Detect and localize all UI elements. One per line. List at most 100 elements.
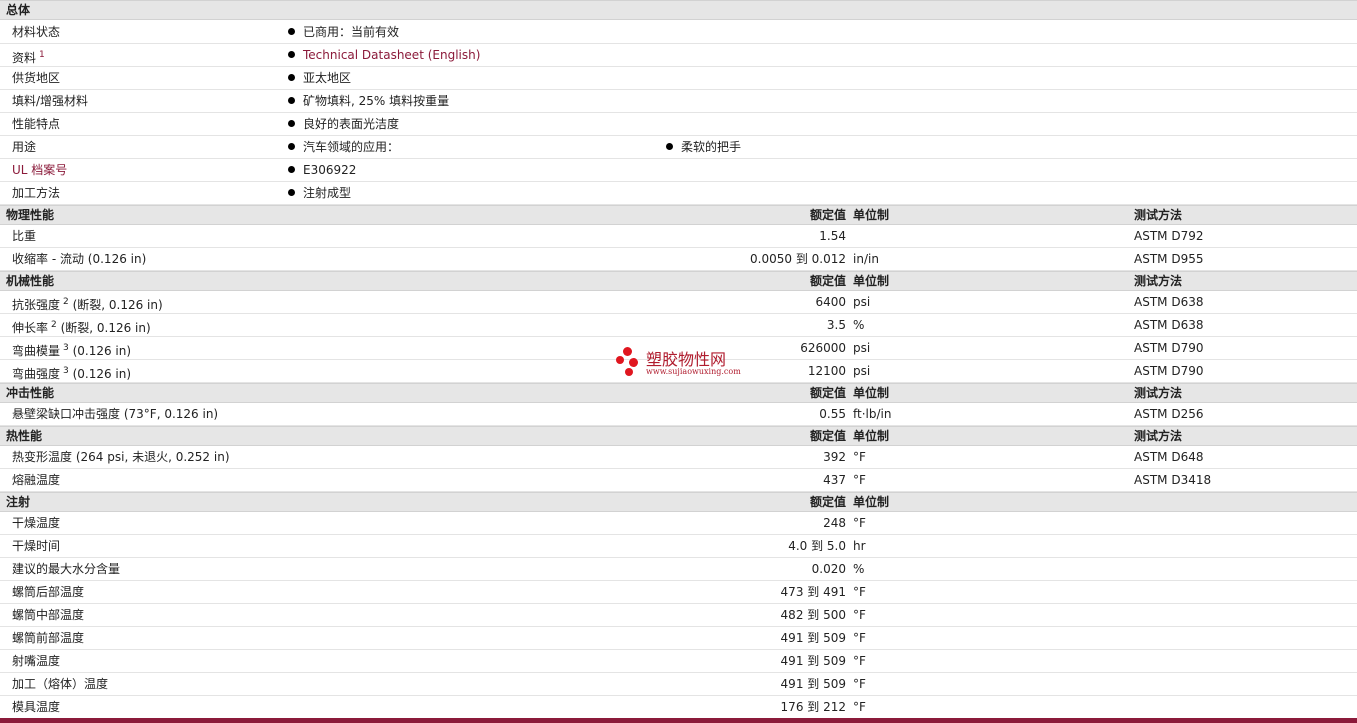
- test-method: ASTM D955: [1134, 252, 1204, 266]
- property-row: 收缩率 - 流动 (0.126 in) 0.0050 到 0.012 in/in…: [0, 248, 1357, 271]
- footnote-marker: 3: [63, 366, 69, 376]
- label-text: 弯曲模量: [12, 344, 61, 358]
- property-value: 626000: [800, 341, 846, 355]
- property-label: 弯曲模量 3 (0.126 in): [12, 337, 131, 362]
- property-label: 资料 1: [12, 44, 45, 69]
- property-label: 干燥时间: [12, 539, 61, 553]
- bullet-value: E306922: [288, 159, 356, 181]
- property-row: 抗张强度 2 (断裂, 0.126 in) 6400 psi ASTM D638: [0, 291, 1357, 314]
- header-unit: 单位制: [853, 495, 890, 509]
- footnote-marker: 2: [51, 320, 57, 330]
- ul-file-link[interactable]: UL 档案号: [12, 159, 67, 181]
- property-value: 482 到 500: [780, 608, 846, 622]
- property-unit: °F: [853, 450, 866, 464]
- property-value: E306922: [303, 163, 357, 177]
- label-text: 熔融温度: [12, 473, 61, 487]
- label-text: 抗张强度: [12, 298, 61, 312]
- property-unit: %: [853, 318, 865, 332]
- property-row: 干燥温度 248 °F: [0, 512, 1357, 535]
- property-value: 248: [823, 516, 846, 530]
- property-label: 材料状态: [12, 25, 61, 39]
- property-label: 螺筒前部温度: [12, 631, 85, 645]
- property-row: 加工（熔体）温度 491 到 509 °F: [0, 673, 1357, 696]
- logo-dot-icon: [623, 347, 632, 356]
- bullet-icon: [288, 143, 295, 150]
- section-title: 热性能: [6, 429, 43, 443]
- test-method: ASTM D792: [1134, 229, 1204, 243]
- section-title: 注射: [6, 495, 31, 509]
- watermark-logo: 塑胶物性网 www.sujiaowuxing.com: [614, 345, 764, 381]
- property-row: 熔融温度 437 °F ASTM D3418: [0, 469, 1357, 492]
- section-thermal: 热性能 额定值 单位制 测试方法: [0, 426, 1357, 446]
- section-title: 机械性能: [6, 274, 55, 288]
- property-label: 供货地区: [12, 71, 61, 85]
- label-text: 比重: [12, 229, 37, 243]
- logo-dot-icon: [629, 358, 638, 367]
- bullet-value: 汽车领域的应用：: [288, 136, 399, 158]
- property-value: 4.0 到 5.0: [788, 539, 846, 553]
- property-label: 收缩率 - 流动 (0.126 in): [12, 248, 146, 270]
- property-value: 亚太地区: [303, 71, 352, 85]
- property-value: 0.55: [819, 407, 846, 421]
- property-unit: °F: [853, 585, 866, 599]
- property-unit: °F: [853, 473, 866, 487]
- property-unit: in/in: [853, 252, 879, 266]
- property-label: 熔融温度: [12, 469, 60, 491]
- property-label: 模具温度: [12, 700, 61, 714]
- property-label: 建议的最大水分含量: [12, 562, 121, 576]
- header-test: 测试方法: [1134, 429, 1183, 443]
- logo-dot-icon: [625, 368, 633, 376]
- test-method: ASTM D638: [1134, 295, 1204, 309]
- property-value: 已商用：当前有效: [303, 25, 400, 39]
- test-condition: (0.126 in): [72, 344, 132, 358]
- header-test: 测试方法: [1134, 386, 1183, 400]
- bullet-icon: [288, 28, 295, 35]
- property-label: 悬壁梁缺口冲击强度 (73°F, 0.126 in): [12, 403, 218, 425]
- property-unit: °F: [853, 700, 866, 714]
- property-row: 加工方法 注射成型: [0, 182, 1357, 205]
- footnote-marker[interactable]: 1: [39, 50, 45, 60]
- property-row: UL 档案号 E306922: [0, 159, 1357, 182]
- bullet-value: 注射成型: [288, 182, 351, 204]
- property-label: 螺筒后部温度: [12, 585, 85, 599]
- property-label: 加工（熔体）温度: [12, 677, 109, 691]
- header-unit: 单位制: [853, 386, 890, 400]
- test-condition: (断裂, 0.126 in): [60, 321, 151, 335]
- label-text: 弯曲强度: [12, 367, 61, 381]
- property-value: 176 到 212: [780, 700, 846, 714]
- datasheet-link[interactable]: Technical Datasheet (English): [303, 48, 480, 62]
- test-condition: (264 psi, 未退火, 0.252 in): [75, 450, 230, 464]
- property-value: 0.0050 到 0.012: [750, 252, 846, 266]
- property-row: 用途 汽车领域的应用： 柔软的把手: [0, 136, 1357, 159]
- label-text: 资料: [12, 51, 37, 65]
- property-value: 6400: [815, 295, 846, 309]
- test-method: ASTM D648: [1134, 450, 1204, 464]
- label-text: 伸长率: [12, 321, 49, 335]
- footnote-marker: 3: [63, 343, 69, 353]
- test-method: ASTM D790: [1134, 341, 1204, 355]
- test-condition: (73°F, 0.126 in): [123, 407, 219, 421]
- bullet-value: Technical Datasheet (English): [288, 44, 480, 66]
- property-unit: °F: [853, 608, 866, 622]
- bullet-value: 矿物填料, 25% 填料按重量: [288, 90, 449, 112]
- section-general: 总体: [0, 0, 1357, 20]
- watermark-url: www.sujiaowuxing.com: [646, 367, 741, 376]
- bullet-value: 良好的表面光洁度: [288, 113, 399, 135]
- property-row: 热变形温度 (264 psi, 未退火, 0.252 in) 392 °F AS…: [0, 446, 1357, 469]
- bullet-icon: [288, 189, 295, 196]
- property-value: 473 到 491: [780, 585, 846, 599]
- property-row: 伸长率 2 (断裂, 0.126 in) 3.5 % ASTM D638: [0, 314, 1357, 337]
- section-impact: 冲击性能 额定值 单位制 测试方法: [0, 383, 1357, 403]
- property-unit: °F: [853, 516, 866, 530]
- bullet-value-2: 柔软的把手: [666, 136, 741, 158]
- property-unit: psi: [853, 295, 871, 309]
- property-unit: ft·lb/in: [853, 407, 892, 421]
- property-unit: °F: [853, 677, 866, 691]
- header-test: 测试方法: [1134, 208, 1183, 222]
- property-unit: psi: [853, 364, 871, 378]
- header-value: 额定值: [809, 429, 846, 443]
- property-value: 491 到 509: [780, 654, 846, 668]
- property-value: 0.020: [811, 562, 846, 576]
- property-value: 矿物填料, 25% 填料按重量: [303, 94, 450, 108]
- test-condition: (0.126 in): [87, 252, 147, 266]
